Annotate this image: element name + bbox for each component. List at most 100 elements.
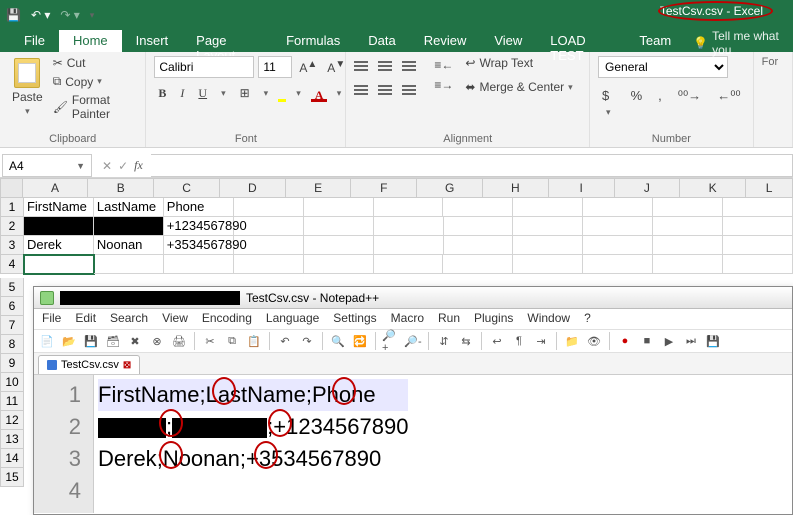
row-header[interactable]: 6 [0, 297, 24, 316]
tab-team[interactable]: Team [625, 30, 685, 52]
percent-button[interactable]: % [627, 86, 647, 120]
open-icon[interactable]: 📂 [60, 332, 78, 350]
align-buttons[interactable] [354, 56, 422, 100]
col-header[interactable]: F [351, 178, 417, 198]
menu-plugins[interactable]: Plugins [474, 311, 513, 327]
folder-icon[interactable]: 📁 [563, 332, 581, 350]
col-header[interactable]: I [549, 178, 615, 198]
cell[interactable] [723, 255, 793, 274]
cell[interactable] [723, 236, 793, 255]
cell[interactable] [304, 198, 374, 217]
menu-search[interactable]: Search [110, 311, 148, 327]
font-name-select[interactable] [154, 56, 254, 78]
close-tab-icon[interactable]: ⊠ [123, 360, 131, 371]
wrap-text-button[interactable]: ↩Wrap Text [465, 56, 572, 70]
cell[interactable]: LastName [94, 198, 164, 217]
cell[interactable] [234, 217, 304, 236]
cell[interactable] [234, 198, 304, 217]
zoom-out-icon[interactable]: 🔎- [404, 332, 422, 350]
zoom-in-icon[interactable]: 🔎+ [382, 332, 400, 350]
cut-icon[interactable]: ✂ [201, 332, 219, 350]
cell[interactable] [443, 255, 513, 274]
name-box[interactable]: A4▼ [2, 154, 92, 177]
merge-center-button[interactable]: ⬌Merge & Center ▾ [465, 80, 572, 94]
cell-redacted[interactable] [24, 217, 94, 236]
row-header[interactable]: 3 [0, 236, 24, 255]
active-cell[interactable] [24, 255, 94, 274]
accounting-button[interactable]: $ ▾ [598, 86, 619, 120]
decrease-decimal-button[interactable]: ←⁰⁰ [713, 86, 744, 120]
stop-icon[interactable]: ■ [638, 332, 656, 350]
cell[interactable] [513, 255, 583, 274]
indent-buttons[interactable]: ≡←≡→ [434, 56, 453, 100]
cell[interactable] [583, 217, 653, 236]
tab-view[interactable]: View [480, 30, 536, 52]
sync-h-icon[interactable]: ⇆ [457, 332, 475, 350]
cell[interactable] [304, 255, 374, 274]
cell[interactable] [653, 217, 723, 236]
row-header[interactable]: 11 [0, 392, 24, 411]
cell[interactable] [94, 255, 164, 274]
cell[interactable] [374, 236, 444, 255]
find-icon[interactable]: 🔍 [329, 332, 347, 350]
save-icon[interactable]: 💾 [6, 8, 21, 22]
bold-button[interactable]: B [154, 84, 170, 103]
copy-button[interactable]: ⧉Copy ▾ [53, 74, 138, 89]
cell[interactable] [304, 217, 374, 236]
col-header[interactable]: H [483, 178, 549, 198]
row-header[interactable]: 10 [0, 373, 24, 392]
tab-formulas[interactable]: Formulas [272, 30, 354, 52]
col-header[interactable]: A [23, 178, 89, 198]
npp-tab[interactable]: TestCsv.csv⊠ [38, 355, 140, 374]
menu-help[interactable]: ? [584, 311, 591, 327]
enter-icon[interactable]: ✓ [118, 159, 128, 173]
undo-icon[interactable]: ↶ ▾ [31, 8, 50, 22]
cell[interactable] [444, 217, 514, 236]
row-header[interactable]: 5 [0, 278, 24, 297]
code-area[interactable]: FirstName;LastName;Phone ;;+1234567890 D… [94, 375, 408, 513]
menu-settings[interactable]: Settings [333, 311, 376, 327]
play-icon[interactable]: ▶ [660, 332, 678, 350]
cell[interactable]: FirstName [24, 198, 94, 217]
tab-data[interactable]: Data [354, 30, 409, 52]
record-icon[interactable]: ● [616, 332, 634, 350]
cell[interactable] [723, 217, 793, 236]
cell[interactable] [653, 236, 723, 255]
format-painter-button[interactable]: 🖌Format Painter [53, 93, 138, 121]
cell[interactable] [723, 198, 793, 217]
shrink-font-icon[interactable]: A▼ [324, 57, 348, 77]
row-header[interactable]: 15 [0, 468, 24, 487]
cell[interactable] [653, 255, 723, 274]
cell[interactable] [583, 236, 653, 255]
qat-customize-icon[interactable]: ▾ [90, 10, 95, 21]
cell[interactable] [374, 217, 444, 236]
font-size-select[interactable] [258, 56, 292, 78]
cell[interactable]: +1234567890 [164, 217, 234, 236]
border-button[interactable]: ⊞ [236, 84, 254, 103]
row-header[interactable]: 12 [0, 411, 24, 430]
menu-language[interactable]: Language [266, 311, 319, 327]
row-header[interactable]: 8 [0, 335, 24, 354]
row-header[interactable]: 14 [0, 449, 24, 468]
wrap-icon[interactable]: ↩ [488, 332, 506, 350]
col-header[interactable]: B [88, 178, 154, 198]
tab-file[interactable]: File [10, 30, 59, 52]
menu-run[interactable]: Run [438, 311, 460, 327]
tab-load-test[interactable]: LOAD TEST [536, 30, 625, 52]
cell[interactable] [164, 255, 234, 274]
redo-icon[interactable]: ↷ [298, 332, 316, 350]
cancel-icon[interactable]: ✕ [102, 159, 112, 173]
menu-edit[interactable]: Edit [75, 311, 96, 327]
select-all-corner[interactable] [0, 178, 23, 198]
cell[interactable] [234, 255, 304, 274]
print-icon[interactable]: 🖨 [170, 332, 188, 350]
redo-icon[interactable]: ↷ ▾ [60, 8, 79, 22]
paste-button[interactable]: Paste▾ [8, 56, 47, 121]
number-format-select[interactable]: General [598, 56, 728, 78]
menu-window[interactable]: Window [527, 311, 570, 327]
col-header[interactable]: D [220, 178, 286, 198]
row-header[interactable]: 4 [0, 255, 24, 274]
cell[interactable] [513, 217, 583, 236]
menu-file[interactable]: File [42, 311, 61, 327]
increase-decimal-button[interactable]: ⁰⁰→ [674, 86, 705, 120]
